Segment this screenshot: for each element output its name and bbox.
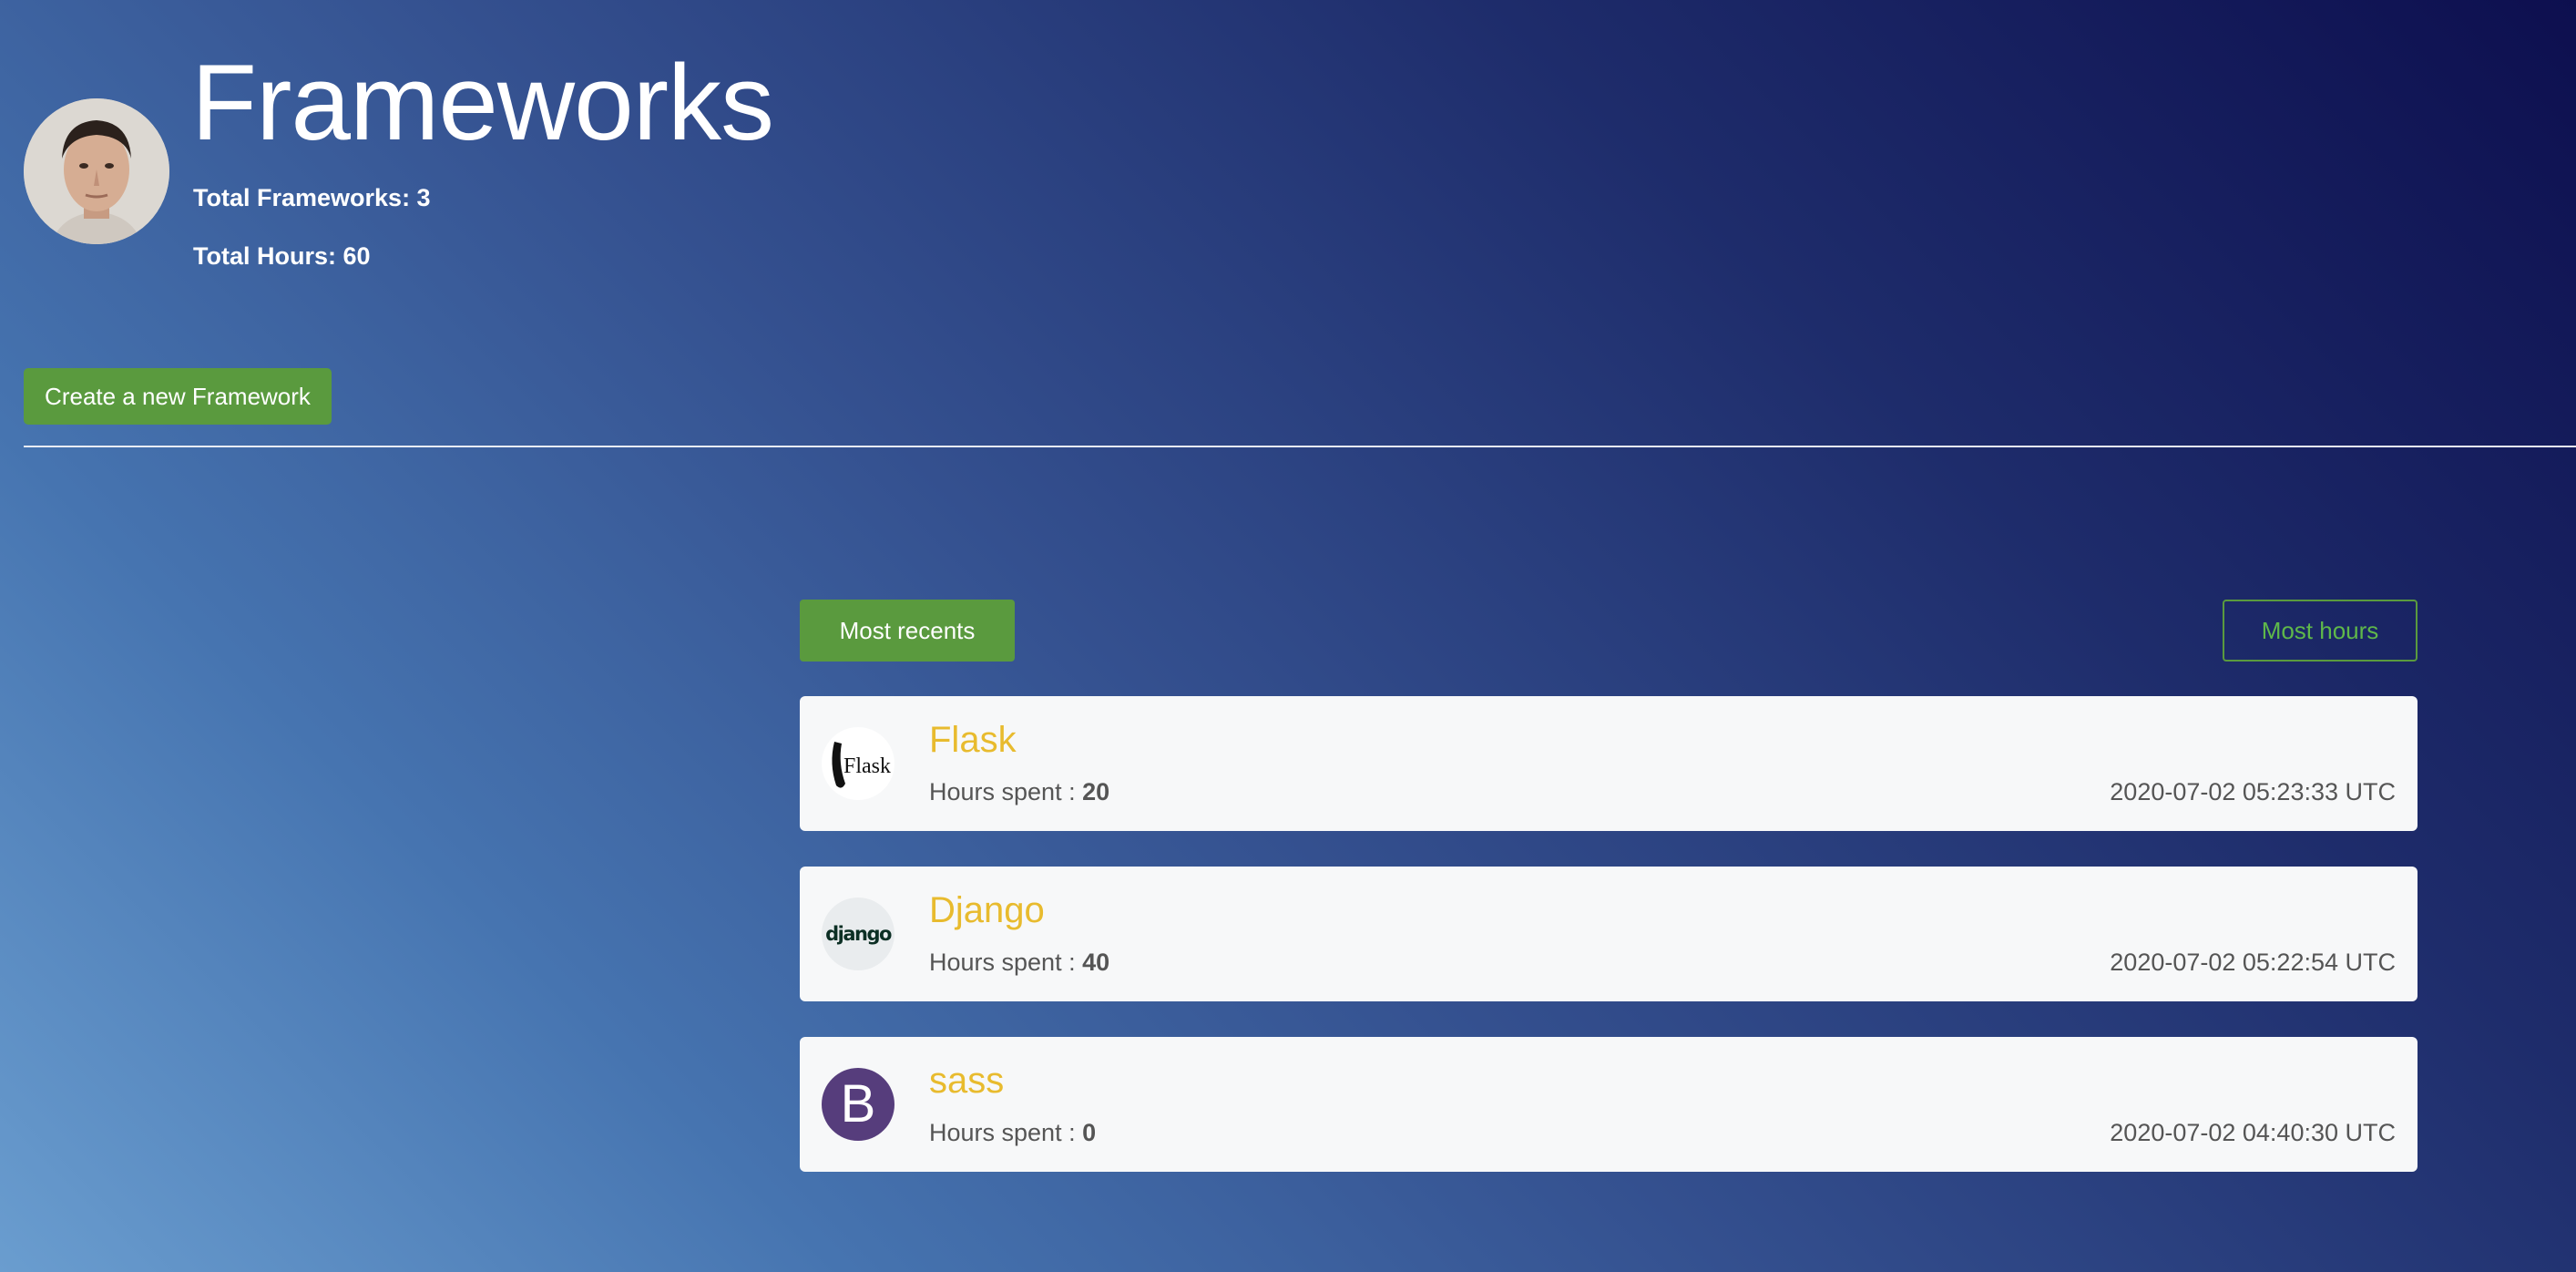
framework-date: 2020-07-02 05:23:33 UTC [2110,778,2396,805]
bootstrap-logo-icon: B [822,1068,894,1141]
framework-list: Flask Flask Hours spent : 20 2020-07-02 … [800,696,2418,1207]
framework-date: 2020-07-02 04:40:30 UTC [2110,1119,2396,1146]
avatar [24,98,169,244]
flask-logo-icon: Flask [822,727,894,800]
django-logo-icon: django [822,898,894,970]
framework-name[interactable]: sass [929,1061,1004,1102]
total-hours-stat: Total Hours: 60 [193,242,371,270]
framework-hours: Hours spent : 0 [929,1119,1097,1146]
framework-date: 2020-07-02 05:22:54 UTC [2110,949,2396,976]
svg-text:django: django [825,923,892,945]
sort-most-recents-button[interactable]: Most recents [800,600,1015,662]
create-framework-button[interactable]: Create a new Framework [24,368,332,425]
page-title: Frameworks [191,43,774,163]
page-header: Frameworks Total Frameworks: 3 Total Hou… [24,49,843,273]
framework-name[interactable]: Flask [929,720,1017,761]
framework-card-sass[interactable]: B sass Hours spent : 0 2020-07-02 04:40:… [800,1037,2418,1172]
svg-text:B: B [841,1074,876,1134]
user-photo-icon [24,98,169,244]
framework-card-flask[interactable]: Flask Flask Hours spent : 20 2020-07-02 … [800,696,2418,831]
total-frameworks-stat: Total Frameworks: 3 [193,184,431,211]
divider [24,446,2576,447]
framework-hours: Hours spent : 20 [929,778,1110,805]
svg-text:Flask: Flask [843,754,891,778]
sort-most-hours-button[interactable]: Most hours [2223,600,2418,662]
framework-hours: Hours spent : 40 [929,949,1110,976]
framework-card-django[interactable]: django Django Hours spent : 40 2020-07-0… [800,867,2418,1001]
framework-name[interactable]: Django [929,890,1045,931]
